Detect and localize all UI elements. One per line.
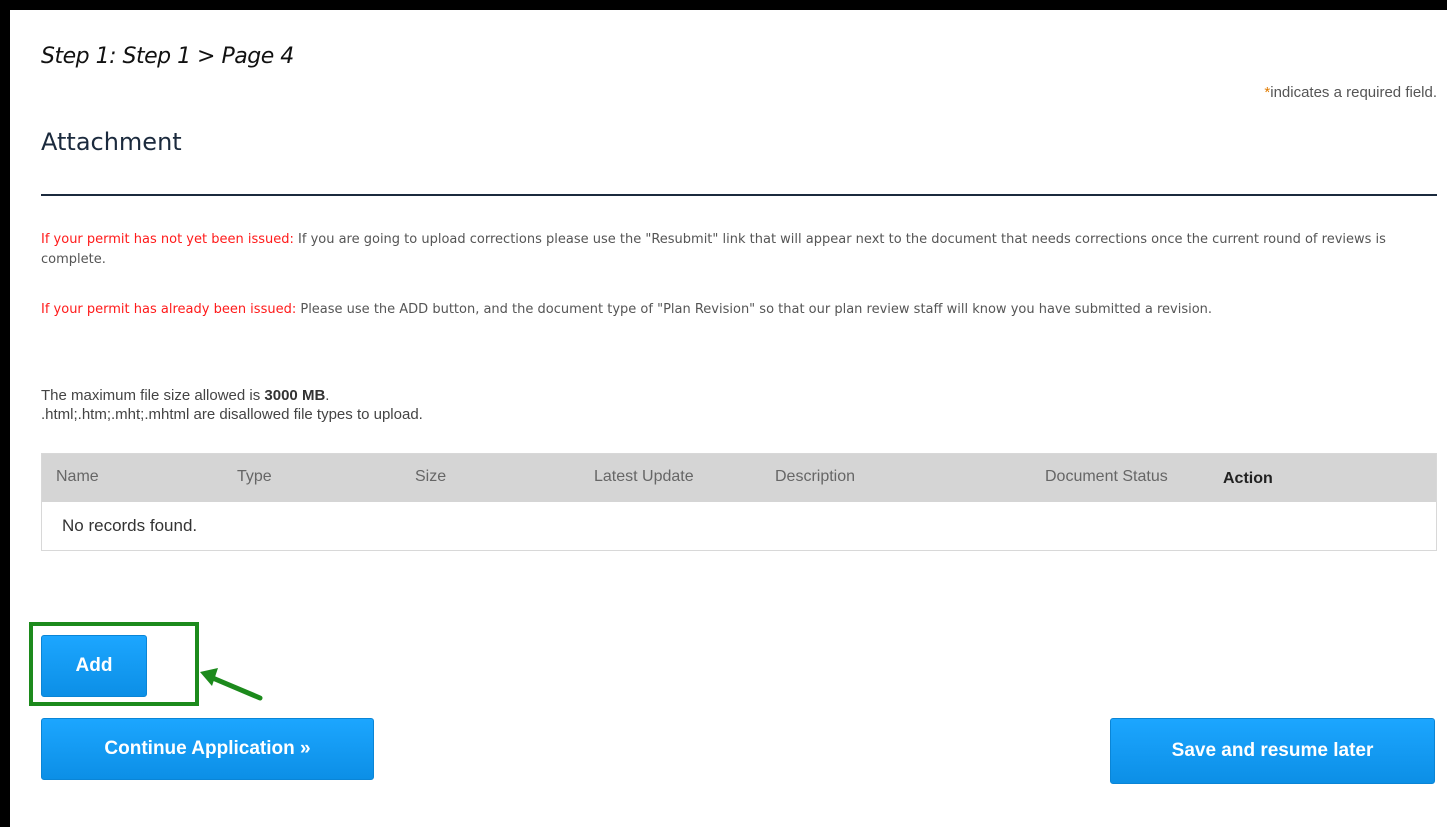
save-and-resume-later-button[interactable]: Save and resume later bbox=[1110, 718, 1435, 784]
notice-not-issued-lead: If your permit has not yet been issued: bbox=[41, 232, 294, 247]
column-header-action: Action bbox=[1223, 470, 1273, 487]
empty-message: No records found. bbox=[62, 516, 198, 535]
column-header-description[interactable]: Description bbox=[775, 468, 855, 486]
file-info: The maximum file size allowed is 3000 MB… bbox=[41, 386, 941, 424]
section-title: Attachment bbox=[41, 128, 182, 156]
disallowed-types: .html;.htm;.mht;.mhtml are disallowed fi… bbox=[41, 406, 423, 423]
pointer-arrow-icon bbox=[200, 668, 263, 701]
attachments-table: Name Type Size Latest Update Description… bbox=[41, 453, 1437, 551]
notice-not-issued: If your permit has not yet been issued: … bbox=[41, 230, 1421, 270]
column-header-document-status[interactable]: Document Status bbox=[1045, 468, 1168, 486]
table-header: Name Type Size Latest Update Description… bbox=[42, 454, 1436, 502]
max-file-size: The maximum file size allowed is 3000 MB… bbox=[41, 386, 941, 405]
column-header-name[interactable]: Name bbox=[56, 468, 99, 486]
notice-already-issued-lead: If your permit has already been issued: bbox=[41, 302, 297, 317]
max-size-suffix: . bbox=[325, 387, 330, 404]
required-field-note: *indicates a required field. bbox=[1264, 84, 1437, 101]
section-divider bbox=[41, 194, 1437, 196]
max-size-prefix: The maximum file size allowed is bbox=[41, 387, 265, 404]
step-title: Step 1: Step 1 > Page 4 bbox=[41, 44, 294, 69]
table-row: No records found. bbox=[42, 502, 1436, 550]
notice-already-issued-text: Please use the ADD button, and the docum… bbox=[296, 302, 1213, 317]
max-size-value: 3000 MB bbox=[264, 387, 326, 404]
notice-already-issued: If your permit has already been issued: … bbox=[41, 300, 1421, 320]
required-note-text: indicates a required field. bbox=[1270, 84, 1437, 101]
add-button-highlight-box bbox=[29, 622, 199, 706]
column-header-size[interactable]: Size bbox=[415, 468, 446, 486]
column-header-type[interactable]: Type bbox=[237, 468, 272, 486]
continue-application-button[interactable]: Continue Application » bbox=[41, 718, 374, 780]
column-header-latest-update[interactable]: Latest Update bbox=[594, 468, 694, 486]
